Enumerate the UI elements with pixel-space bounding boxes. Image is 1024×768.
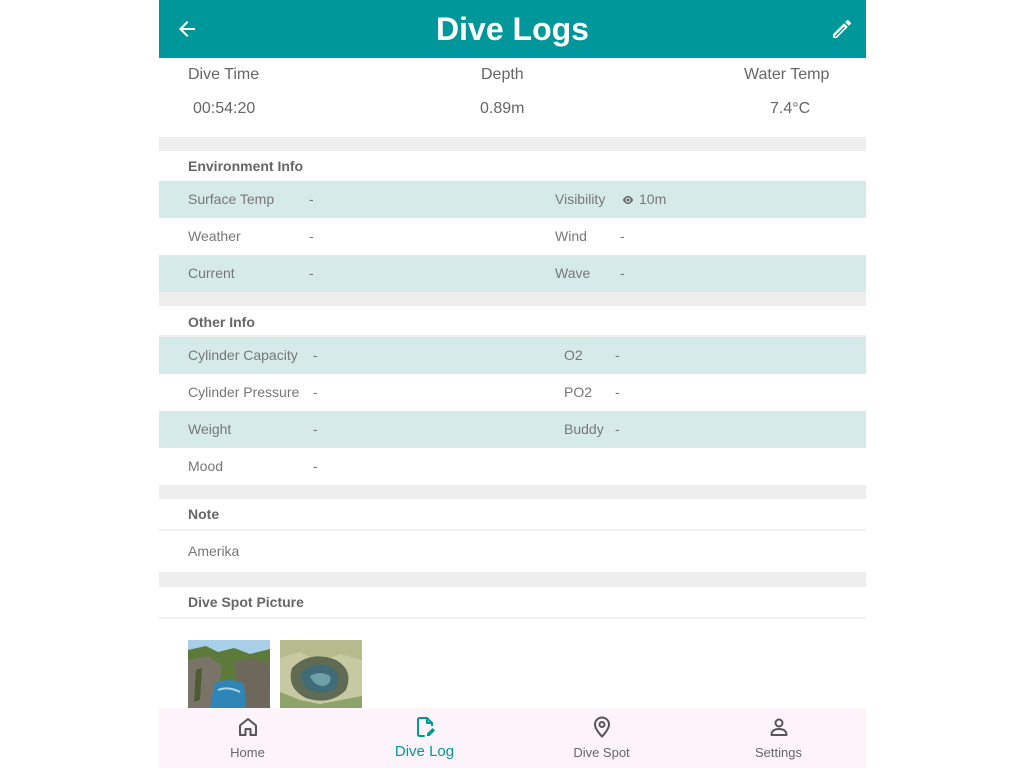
nav-dive-log-label: Dive Log: [394, 743, 455, 760]
table-row: Weight - Buddy -: [159, 411, 866, 448]
dive-spot-photo[interactable]: [280, 640, 362, 708]
bottom-navigation: Home Dive Log Dive Spot Settings: [159, 708, 866, 768]
nav-dive-log[interactable]: Dive Log: [336, 708, 513, 768]
dive-time-value: 00:54:20: [193, 100, 256, 117]
pictures-section-title: Dive Spot Picture: [188, 594, 304, 610]
buddy-value: -: [615, 421, 620, 437]
buddy-label: Buddy: [564, 421, 604, 437]
nav-dive-spot-label: Dive Spot: [573, 745, 630, 760]
current-value: -: [309, 265, 314, 281]
water-temp-value: 7.4°C: [770, 100, 811, 117]
wind-label: Wind: [555, 228, 587, 244]
cylinder-capacity-label: Cylinder Capacity: [188, 347, 298, 363]
wind-value: -: [620, 228, 625, 244]
depth-value: 0.89m: [480, 100, 525, 117]
pencil-icon[interactable]: [830, 17, 854, 41]
weather-value: -: [309, 228, 314, 244]
section-gap: [159, 485, 866, 499]
o2-label: O2: [564, 347, 583, 363]
nav-home[interactable]: Home: [159, 708, 336, 768]
section-gap: [159, 572, 866, 587]
environment-section-title: Environment Info: [188, 158, 304, 174]
table-row: Cylinder Pressure - PO2 -: [159, 374, 866, 411]
weight-label: Weight: [188, 421, 232, 437]
nav-home-label: Home: [230, 745, 265, 760]
table-row: Current - Wave -: [159, 255, 866, 292]
cylinder-capacity-value: -: [313, 347, 318, 363]
table-row: Cylinder Capacity - O2 -: [159, 337, 866, 374]
cylinder-pressure-value: -: [313, 384, 318, 400]
page-title: Dive Logs: [436, 11, 589, 47]
po2-value: -: [615, 384, 620, 400]
mood-value: -: [313, 458, 318, 474]
section-gap: [159, 137, 866, 151]
current-label: Current: [188, 265, 235, 281]
depth-label: Depth: [481, 66, 524, 83]
water-temp-label: Water Temp: [744, 66, 830, 83]
note-section-title: Note: [188, 506, 220, 522]
location-pin-icon: [593, 716, 610, 738]
surface-temp-value: -: [309, 191, 314, 207]
weight-value: -: [313, 421, 318, 437]
eye-icon: [622, 195, 634, 204]
edit-document-icon: [416, 717, 435, 737]
divider: [159, 617, 866, 619]
cylinder-pressure-label: Cylinder Pressure: [188, 384, 300, 400]
surface-temp-label: Surface Temp: [188, 191, 275, 207]
home-icon: [238, 718, 257, 736]
dive-time-label: Dive Time: [188, 66, 260, 83]
divider: [159, 529, 866, 531]
person-icon: [770, 718, 787, 736]
nav-settings[interactable]: Settings: [690, 708, 866, 768]
visibility-label: Visibility: [555, 191, 606, 207]
po2-label: PO2: [564, 384, 593, 400]
visibility-value: 10m: [639, 191, 667, 207]
nav-dive-spot[interactable]: Dive Spot: [513, 708, 690, 768]
section-gap: [159, 292, 866, 306]
dive-log-screen: Dive Logs Dive Time 00:54:20 Depth 0.89m…: [159, 0, 866, 768]
dive-spot-photo[interactable]: [188, 640, 270, 708]
app-bar: Dive Logs: [159, 0, 866, 58]
table-row: Surface Temp - Visibility 10m: [159, 181, 866, 218]
table-row: Weather - Wind -: [159, 218, 866, 255]
table-row: Mood -: [159, 448, 866, 485]
wave-label: Wave: [555, 265, 591, 281]
note-text: Amerika: [188, 543, 240, 559]
mood-label: Mood: [188, 458, 224, 474]
weather-label: Weather: [188, 228, 241, 244]
nav-settings-label: Settings: [755, 745, 802, 760]
o2-value: -: [615, 347, 620, 363]
wave-value: -: [620, 265, 625, 281]
visibility-value-wrap: 10m: [621, 181, 666, 218]
other-section-title: Other Info: [188, 314, 255, 330]
